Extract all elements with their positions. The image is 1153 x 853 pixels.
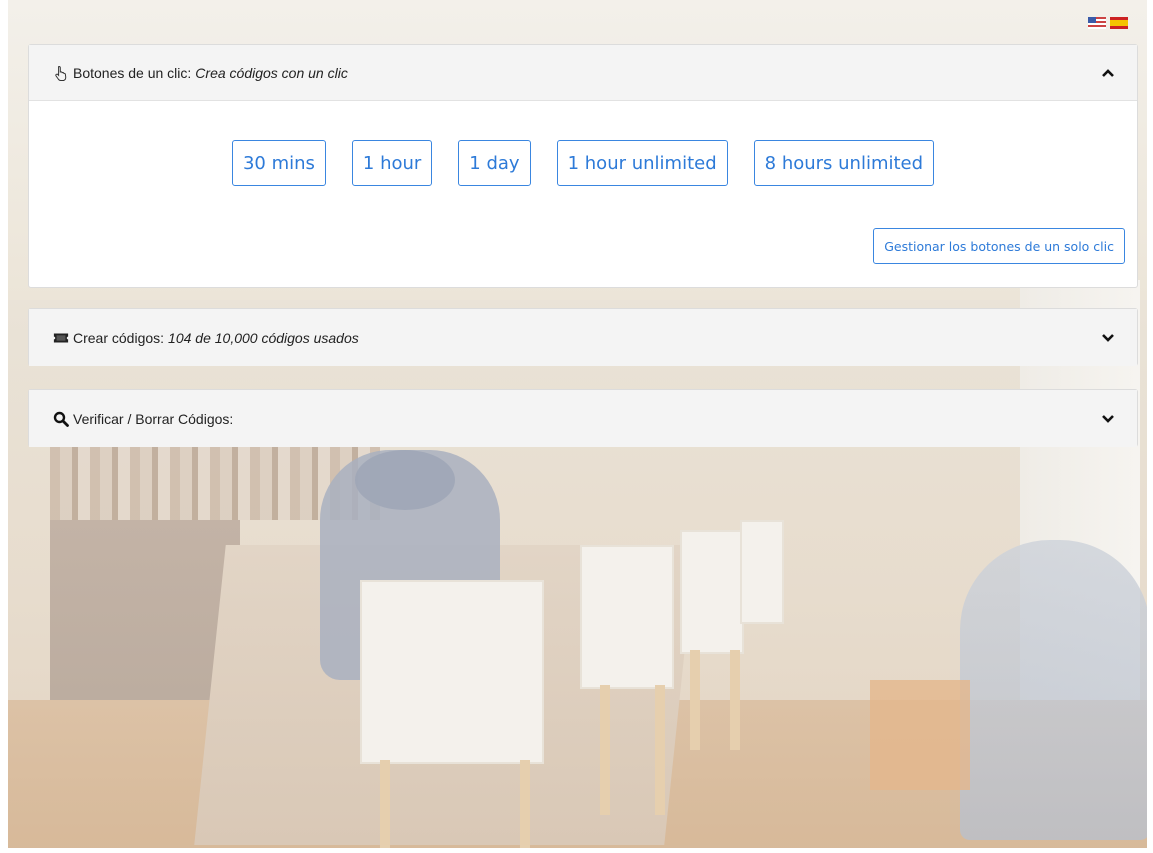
create-codes-title: Crear códigos: [73,329,165,346]
search-icon [53,411,69,427]
one-click-title: Botones de un clic: [73,64,192,81]
verify-codes-panel: Verificar / Borrar Códigos: [28,389,1138,447]
us-flag-icon[interactable] [1088,17,1106,29]
chevron-down-icon[interactable] [1099,410,1117,428]
language-selector [1088,17,1128,29]
one-click-subtitle: Crea códigos con un clic [195,64,348,81]
duration-button-1-day[interactable]: 1 day [458,140,531,186]
codes-used-count: 104 de 10,000 códigos usados [168,329,359,346]
verify-codes-panel-header[interactable]: Verificar / Borrar Códigos: [29,390,1137,447]
manage-one-click-buttons-button[interactable]: Gestionar los botones de un solo clic [873,228,1125,264]
chevron-down-icon[interactable] [1099,329,1117,347]
verify-codes-title: Verificar / Borrar Códigos: [73,410,234,427]
duration-button-30-mins[interactable]: 30 mins [231,140,326,186]
duration-button-8-hours-unlimited[interactable]: 8 hours unlimited [753,140,935,186]
ticket-icon [53,330,69,346]
duration-button-1-hour-unlimited[interactable]: 1 hour unlimited [556,140,728,186]
duration-button-1-hour[interactable]: 1 hour [351,140,433,186]
one-click-panel: Botones de un clic: Crea códigos con un … [28,44,1138,288]
create-codes-panel-header[interactable]: Crear códigos: 104 de 10,000 códigos usa… [29,309,1137,366]
one-click-panel-header[interactable]: Botones de un clic: Crea códigos con un … [29,45,1137,101]
chevron-up-icon[interactable] [1099,64,1117,82]
pointer-hand-icon [53,65,69,81]
duration-button-row: 30 mins 1 hour 1 day 1 hour unlimited 8 … [29,140,1137,186]
es-flag-icon[interactable] [1110,17,1128,29]
create-codes-panel: Crear códigos: 104 de 10,000 códigos usa… [28,308,1138,366]
